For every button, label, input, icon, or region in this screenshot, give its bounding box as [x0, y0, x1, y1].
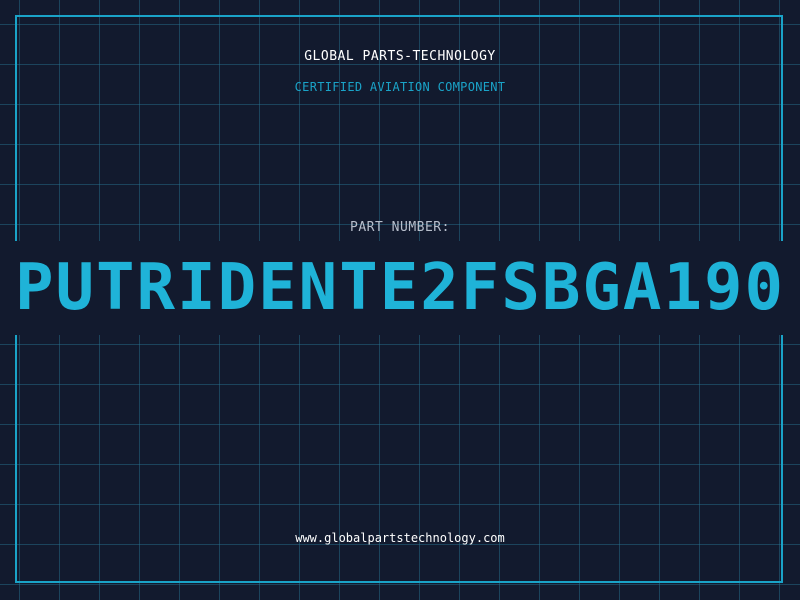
certification-subtitle: CERTIFIED AVIATION COMPONENT [294, 80, 506, 94]
part-number-value: PUTRIDENTE2FSBGA190 [14, 251, 786, 325]
part-label-card: GLOBAL PARTS-TECHNOLOGY CERTIFIED AVIATI… [0, 0, 800, 600]
part-number-band: PUTRIDENTE2FSBGA190 [0, 241, 800, 335]
website-url: www.globalpartstechnology.com [295, 531, 505, 545]
part-number-label: PART NUMBER: [350, 220, 450, 235]
company-name: GLOBAL PARTS-TECHNOLOGY [304, 49, 496, 64]
